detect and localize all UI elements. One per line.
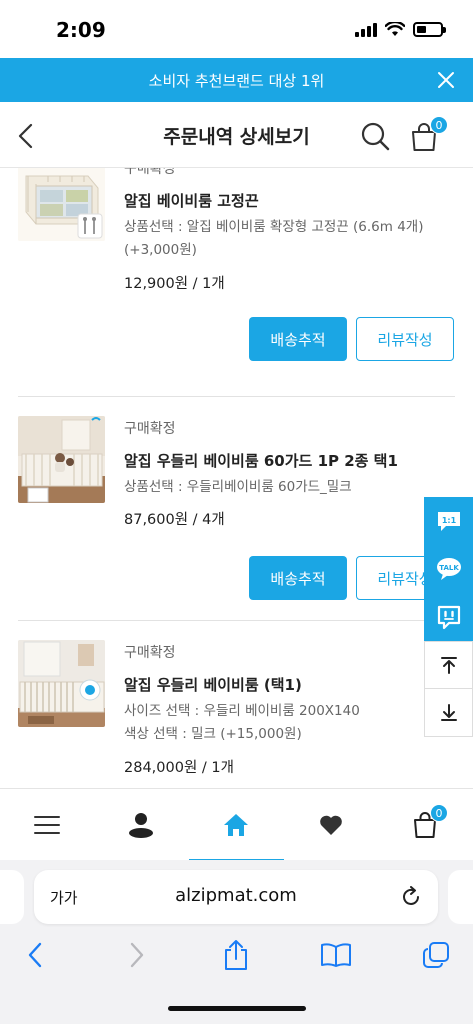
status-bar: 2:09 — [0, 0, 473, 58]
order-status: 구매확정 — [124, 421, 176, 437]
status-time: 2:09 — [56, 18, 106, 42]
promo-banner-text: 소비자 추천브랜드 대상 1위 — [148, 71, 325, 90]
share-icon — [225, 940, 247, 970]
divider — [18, 396, 455, 397]
chevron-left-icon — [28, 942, 42, 968]
product-price: 87,600원 / 4개 — [124, 512, 225, 528]
cart-button[interactable]: 0 — [410, 116, 448, 152]
arrow-up-icon — [440, 657, 457, 674]
home-icon — [224, 814, 248, 836]
product-thumbnail[interactable] — [18, 416, 105, 503]
previous-tab[interactable] — [0, 870, 24, 924]
order-item: 구매확정 알집 우들리 베이비룸 (택1) 사이즈 선택 : 우들리 베이비룸 … — [0, 640, 473, 788]
battery-icon — [413, 22, 446, 37]
floating-side-bar: 1:1 TALK — [424, 497, 473, 737]
product-option: 상품선택 : 우들리베이비룸 60가드_밀크 — [124, 479, 352, 495]
order-list: 구매확정 알집 베이비룸 고정끈 상품선택 : 알집 베이비룸 확장형 고정끈 … — [0, 168, 473, 788]
cart-count-badge: 0 — [430, 116, 448, 134]
nav-my-page[interactable] — [94, 789, 188, 861]
promo-banner[interactable]: 소비자 추천브랜드 대상 1위 — [0, 58, 473, 102]
browser-toolbar: 가가 alzipmat.com — [0, 860, 473, 1024]
chat-bubble-icon: 1:1 — [437, 512, 460, 531]
order-item: 구매확정 알집 우들리 베이비룸 60가드 1P 2종 택1 상품선택 : 우들… — [0, 416, 473, 616]
close-icon[interactable] — [435, 69, 457, 91]
product-name[interactable]: 알집 베이비룸 고정끈 — [124, 190, 259, 211]
chatbot-icon — [437, 605, 460, 630]
product-name[interactable]: 알집 우들리 베이비룸 60가드 1P 2종 택1 — [124, 450, 398, 471]
browser-back-button[interactable] — [18, 938, 52, 972]
order-status: 구매확정 — [124, 645, 176, 661]
hamburger-menu-icon — [34, 816, 60, 834]
page-header: 주문내역 상세보기 0 — [0, 102, 473, 168]
home-indicator — [168, 1006, 306, 1011]
talk-bubble-icon: TALK — [436, 558, 461, 580]
product-option: 상품선택 : 알집 베이비룸 확장형 고정끈 (6.6m 4개) (+3,000… — [124, 219, 424, 258]
kakao-talk-button[interactable]: TALK — [424, 545, 473, 593]
product-image — [18, 168, 105, 241]
divider — [18, 620, 455, 621]
order-item: 구매확정 알집 베이비룸 고정끈 상품선택 : 알집 베이비룸 확장형 고정끈 … — [0, 168, 473, 394]
status-icons — [355, 22, 446, 37]
arrow-down-icon — [440, 703, 457, 721]
share-button[interactable] — [219, 938, 253, 972]
wifi-icon — [385, 22, 405, 36]
nav-wishlist[interactable] — [284, 789, 378, 861]
track-delivery-button[interactable]: 배송추적 — [249, 556, 347, 600]
book-icon — [321, 943, 351, 967]
scroll-bottom-button[interactable] — [424, 689, 473, 737]
next-tab[interactable] — [448, 870, 473, 924]
cellular-signal-icon — [355, 22, 377, 37]
chat-1to1-button[interactable]: 1:1 — [424, 497, 473, 545]
track-delivery-button[interactable]: 배송추적 — [249, 317, 347, 361]
page-title: 주문내역 상세보기 — [163, 126, 310, 148]
heart-icon — [320, 815, 342, 835]
bookmarks-button[interactable] — [319, 938, 353, 972]
product-image — [18, 416, 105, 503]
nav-cart[interactable] — [378, 789, 472, 861]
search-icon[interactable] — [360, 121, 390, 151]
chevron-right-icon — [130, 942, 144, 968]
nav-cart-count-badge: 0 — [430, 804, 448, 822]
browser-forward-button[interactable] — [120, 938, 154, 972]
tabs-button[interactable] — [419, 938, 453, 972]
bot-chat-button[interactable] — [424, 593, 473, 641]
user-icon — [129, 813, 153, 838]
product-name[interactable]: 알집 우들리 베이비룸 (택1) — [124, 674, 302, 695]
address-bar[interactable]: 가가 alzipmat.com — [34, 870, 438, 924]
svg-text:TALK: TALK — [439, 564, 459, 572]
url-text[interactable]: alzipmat.com — [34, 885, 438, 906]
product-image — [18, 640, 105, 727]
product-thumbnail[interactable] — [18, 168, 105, 241]
nav-menu[interactable] — [0, 789, 94, 861]
reload-icon[interactable] — [400, 886, 422, 908]
product-option: 사이즈 선택 : 우들리 베이비룸 200X140 색상 선택 : 밀크 (+1… — [124, 703, 360, 742]
scroll-top-button[interactable] — [424, 641, 473, 689]
product-price: 12,900원 / 1개 — [124, 276, 225, 292]
product-price: 284,000원 / 1개 — [124, 760, 234, 776]
tabs-icon — [423, 942, 449, 968]
svg-text:1:1: 1:1 — [441, 516, 456, 525]
bottom-nav: 0 — [0, 788, 473, 862]
nav-home[interactable] — [189, 789, 283, 861]
order-status: 구매확정 — [124, 168, 176, 177]
product-thumbnail[interactable] — [18, 640, 105, 727]
write-review-button[interactable]: 리뷰작성 — [356, 317, 454, 361]
